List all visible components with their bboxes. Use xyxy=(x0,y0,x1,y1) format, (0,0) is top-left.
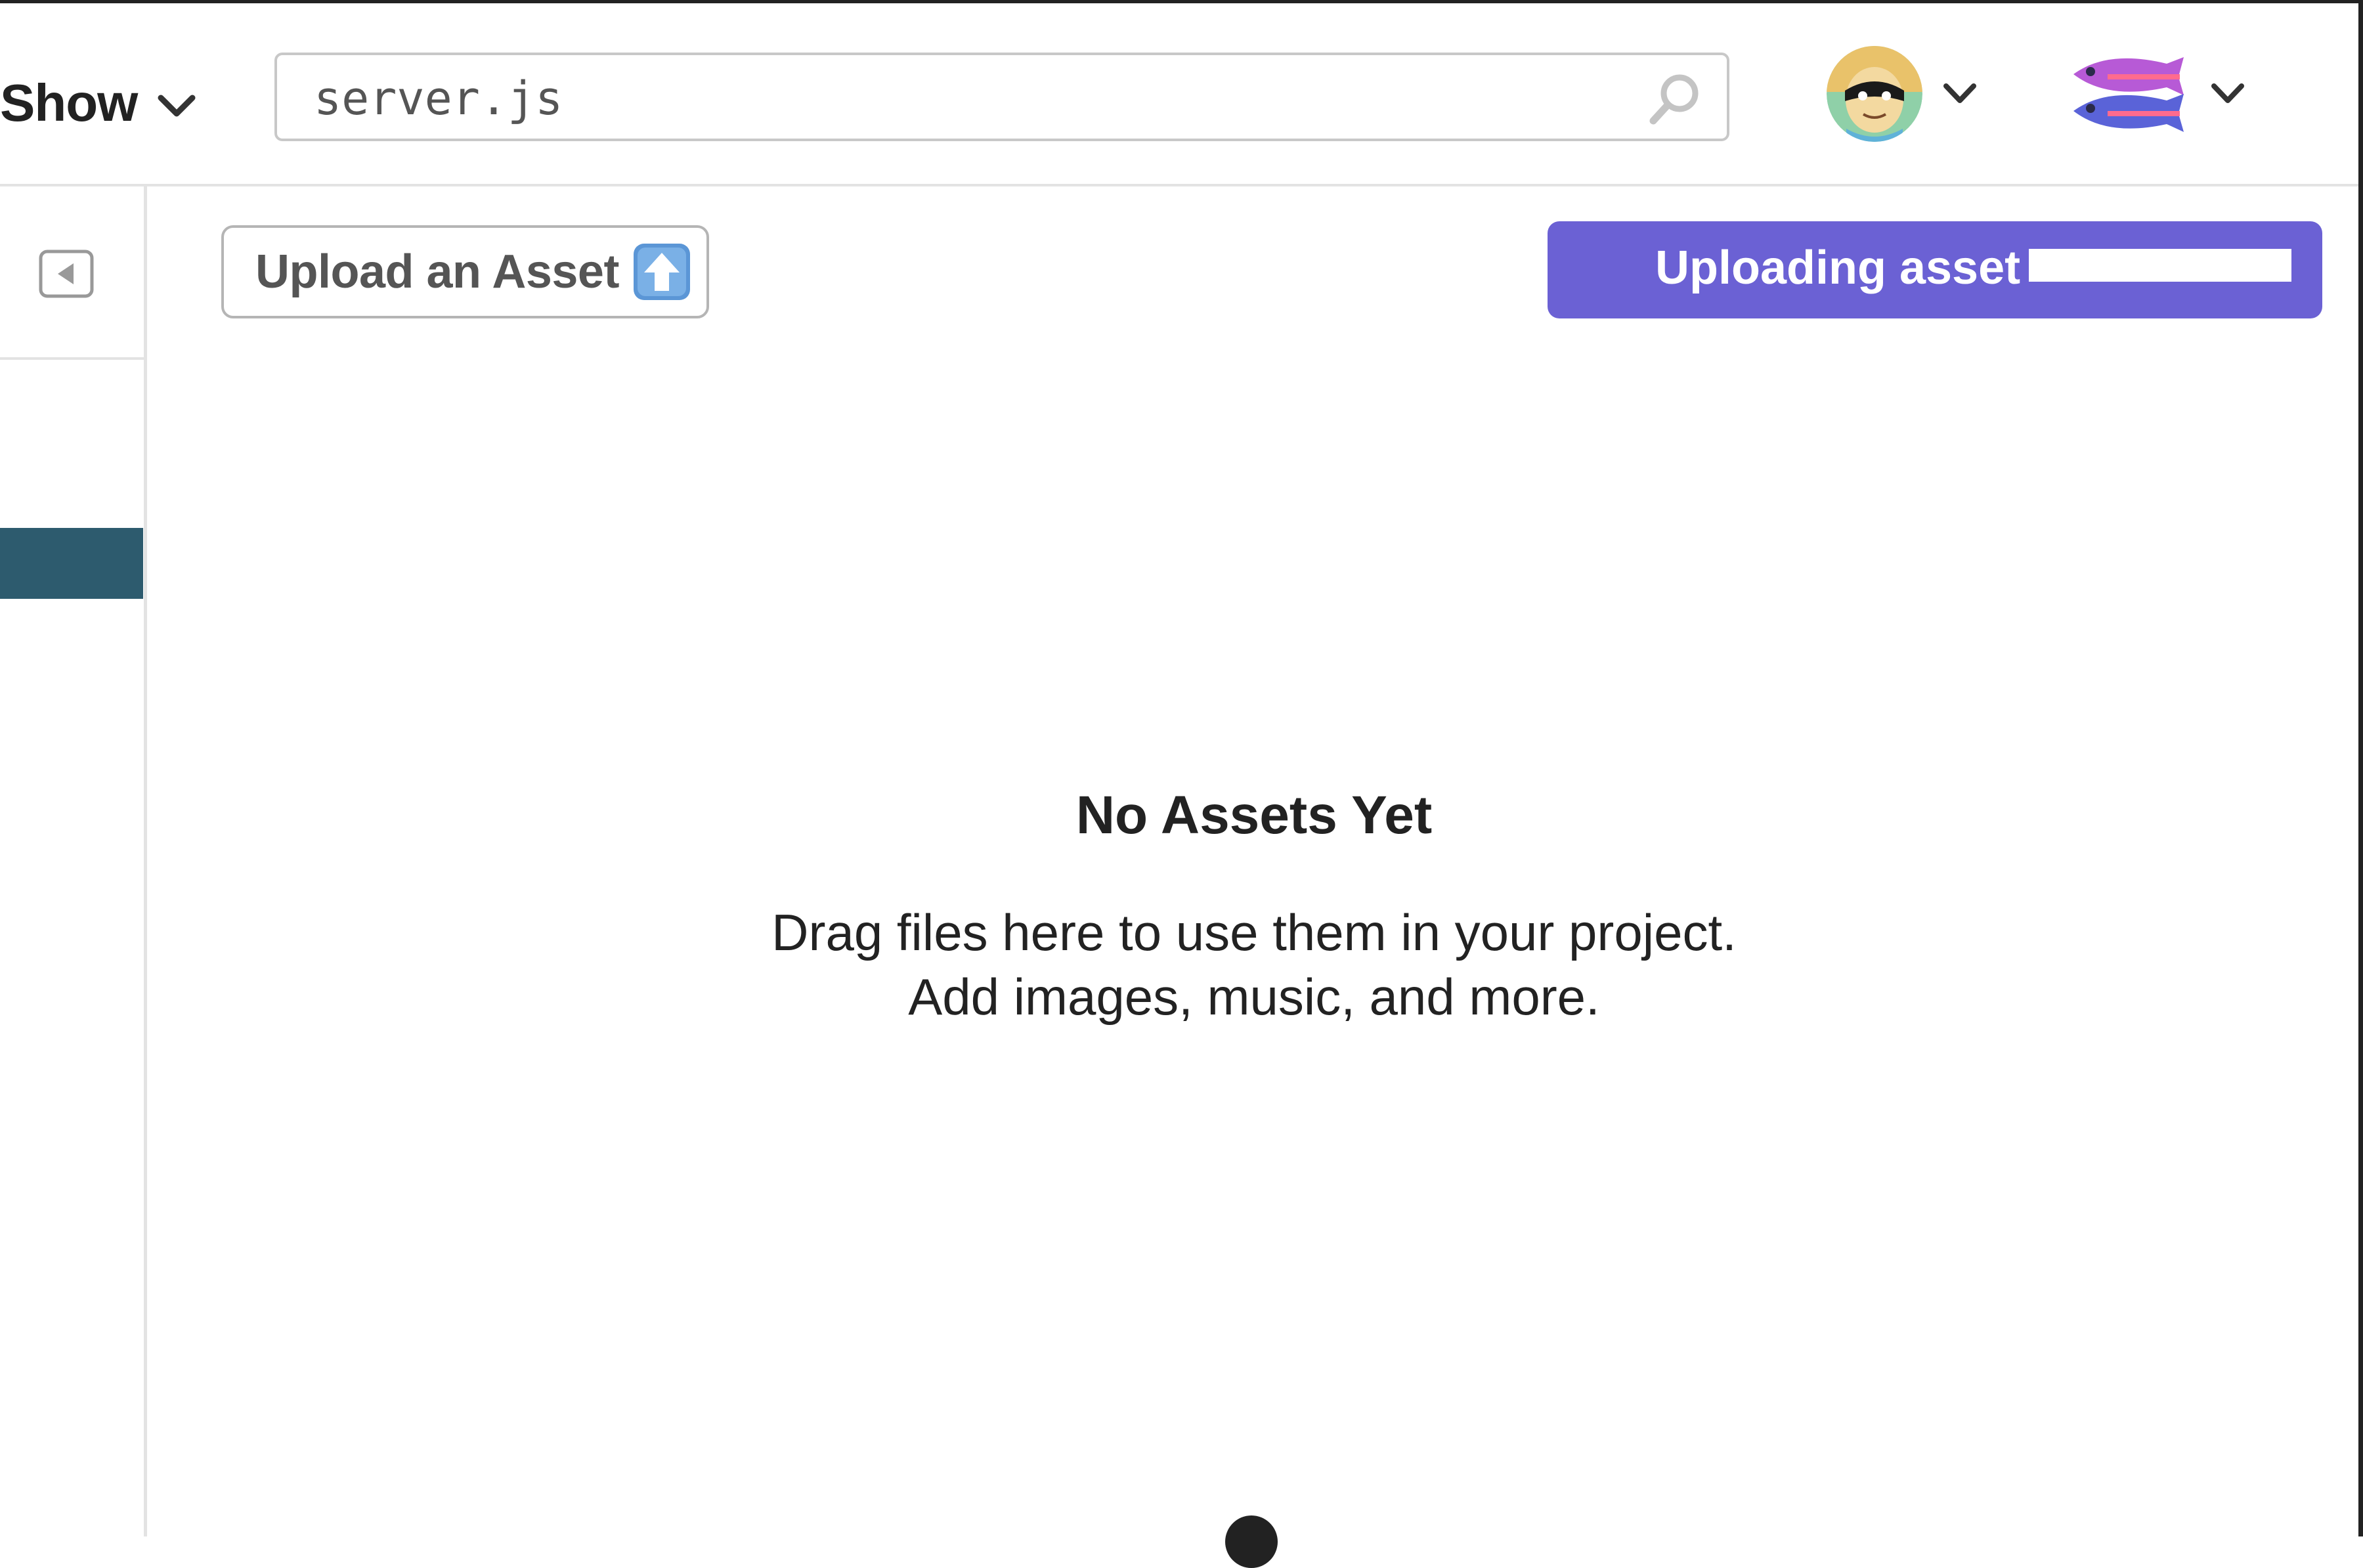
search-box[interactable] xyxy=(274,53,1729,141)
uploading-label: Uploading asset xyxy=(1655,242,2021,294)
sidebar-divider xyxy=(0,357,144,360)
top-bar: Show xyxy=(0,3,2358,185)
window-right-border xyxy=(2358,0,2363,1536)
sidebar-item-active[interactable] xyxy=(0,528,143,599)
up-arrow-icon xyxy=(632,242,691,301)
show-menu-button[interactable]: Show xyxy=(0,64,196,142)
show-menu-label: Show xyxy=(0,74,138,132)
empty-state-line-2: Add images, music, and more. xyxy=(908,968,1600,1026)
user-avatar[interactable] xyxy=(1827,46,1922,142)
upload-asset-label: Upload an Asset xyxy=(255,246,619,298)
search-icon[interactable] xyxy=(1647,71,1702,126)
empty-state-title: No Assets Yet xyxy=(1075,785,1433,845)
chevron-down-icon[interactable] xyxy=(2210,82,2245,108)
search-input[interactable] xyxy=(313,70,1563,127)
uploading-status: Uploading asset xyxy=(1548,221,2322,318)
team-logo[interactable] xyxy=(2068,48,2186,140)
scroll-indicator[interactable] xyxy=(1225,1515,1278,1568)
upload-progress-bar xyxy=(2029,249,2291,282)
sidebar xyxy=(0,186,147,1536)
upload-progress-fill xyxy=(2029,249,2291,282)
chevron-down-icon xyxy=(157,93,196,121)
collapse-left-icon[interactable] xyxy=(38,249,95,299)
header-divider xyxy=(0,184,2358,186)
empty-state-line-1: Drag files here to use them in your proj… xyxy=(771,904,1737,961)
chevron-down-icon[interactable] xyxy=(1942,82,1978,108)
upload-asset-button[interactable]: Upload an Asset xyxy=(221,225,709,318)
